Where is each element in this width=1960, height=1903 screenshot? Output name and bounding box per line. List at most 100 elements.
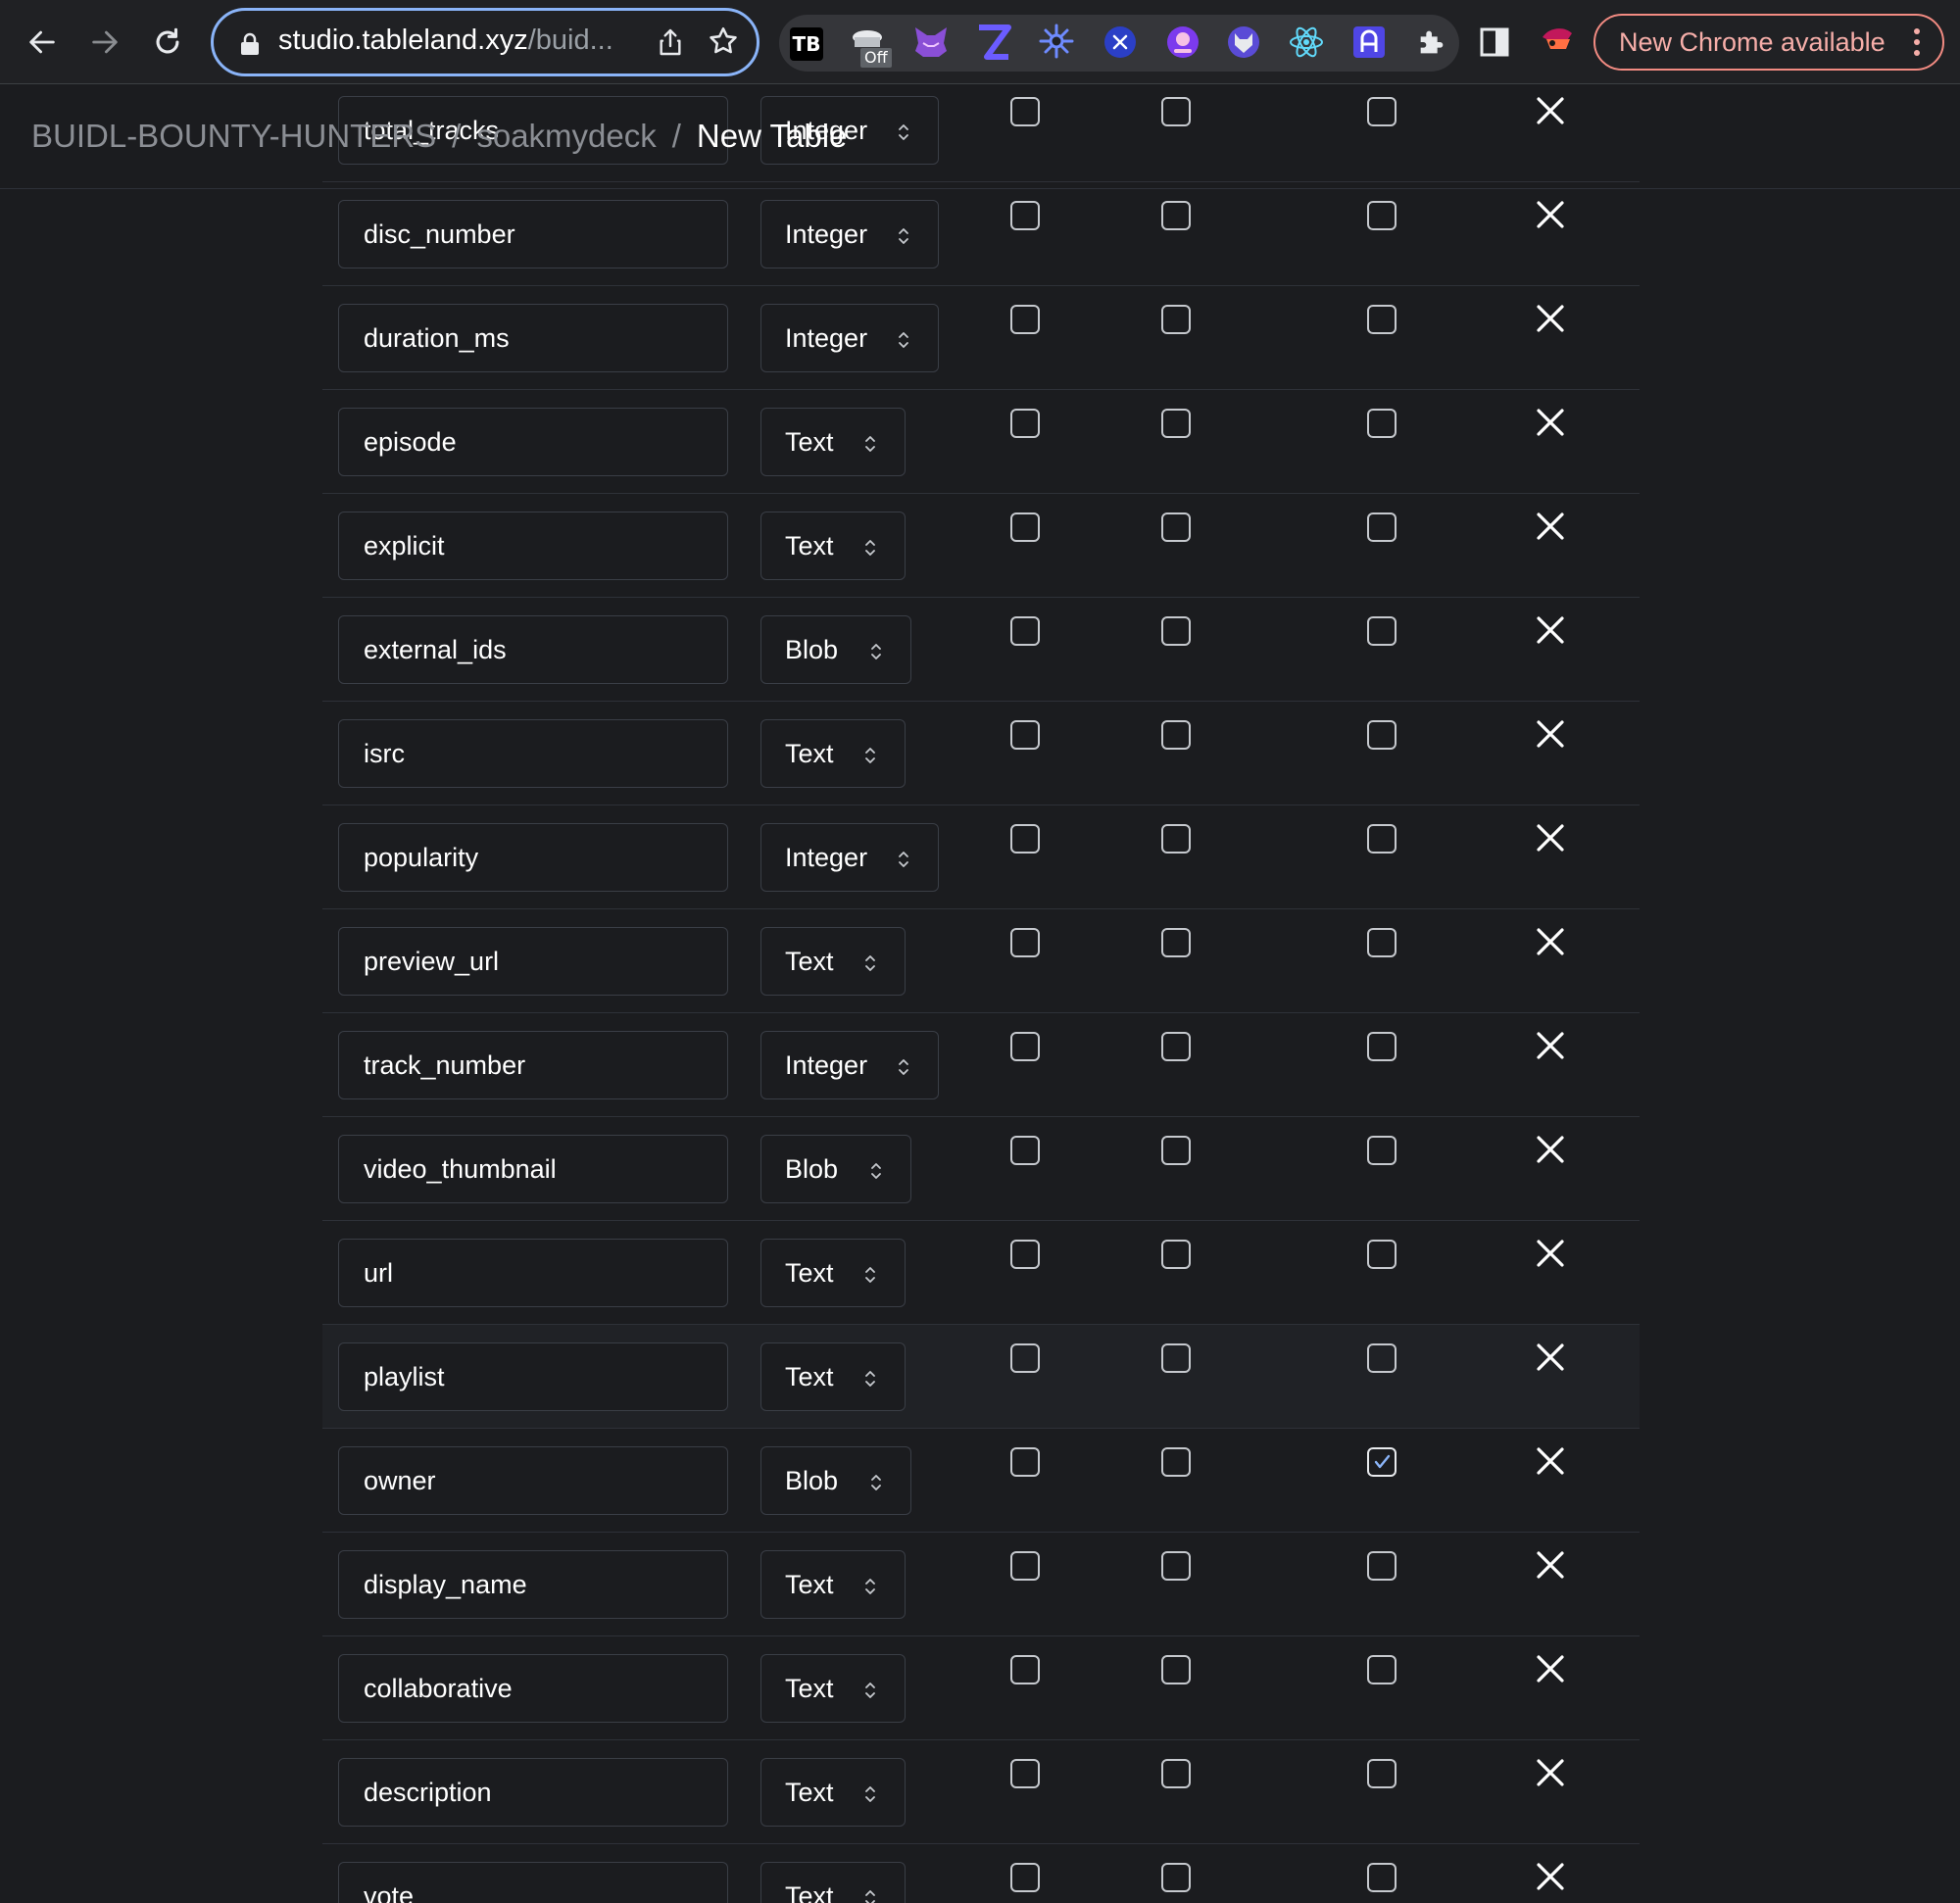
column-name-input[interactable]: vote — [338, 1862, 728, 1903]
column-constraint-checkbox-3[interactable] — [1367, 1447, 1396, 1477]
column-constraint-checkbox-1[interactable] — [1010, 1551, 1040, 1581]
column-type-select[interactable]: Integer — [760, 1031, 939, 1099]
fox-extension-icon[interactable] — [911, 24, 951, 61]
bookmark-star-icon[interactable] — [707, 24, 740, 58]
column-type-select[interactable]: Text — [760, 1239, 906, 1307]
close-icon[interactable] — [1534, 821, 1567, 854]
close-icon[interactable] — [1534, 1860, 1567, 1893]
address-bar[interactable]: studio.tableland.xyz/buid... — [211, 8, 760, 76]
column-constraint-checkbox-1[interactable] — [1010, 1240, 1040, 1269]
column-constraint-checkbox-3[interactable] — [1367, 1032, 1396, 1061]
reload-button[interactable] — [143, 18, 192, 67]
column-type-select[interactable]: Text — [760, 927, 906, 996]
close-icon[interactable] — [1534, 1341, 1567, 1374]
forward-button[interactable] — [80, 18, 129, 67]
column-type-select[interactable]: Text — [760, 512, 906, 580]
sparkle-extension-icon[interactable] — [1039, 24, 1074, 59]
column-name-input[interactable]: playlist — [338, 1342, 728, 1411]
column-type-select[interactable]: Integer — [760, 304, 939, 372]
share-icon[interactable] — [655, 26, 686, 58]
column-constraint-checkbox-1[interactable] — [1010, 1343, 1040, 1373]
column-constraint-checkbox-2[interactable] — [1161, 1551, 1191, 1581]
column-constraint-checkbox-3[interactable] — [1367, 1551, 1396, 1581]
column-constraint-checkbox-3[interactable] — [1367, 305, 1396, 334]
column-constraint-checkbox-3[interactable] — [1367, 1240, 1396, 1269]
close-icon[interactable] — [1534, 925, 1567, 958]
column-constraint-checkbox-1[interactable] — [1010, 305, 1040, 334]
column-name-input[interactable]: disc_number — [338, 200, 728, 268]
breadcrumb-org-link[interactable]: BUIDL-BOUNTY-HUNTERS — [31, 118, 436, 154]
column-name-input[interactable]: description — [338, 1758, 728, 1827]
column-constraint-checkbox-1[interactable] — [1010, 928, 1040, 957]
column-constraint-checkbox-1[interactable] — [1010, 201, 1040, 230]
column-constraint-checkbox-1[interactable] — [1010, 720, 1040, 750]
column-constraint-checkbox-2[interactable] — [1161, 616, 1191, 646]
column-constraint-checkbox-1[interactable] — [1010, 1447, 1040, 1477]
column-constraint-checkbox-3[interactable] — [1367, 616, 1396, 646]
column-constraint-checkbox-2[interactable] — [1161, 1759, 1191, 1788]
column-constraint-checkbox-1[interactable] — [1010, 512, 1040, 542]
column-constraint-checkbox-2[interactable] — [1161, 1655, 1191, 1684]
column-name-input[interactable]: video_thumbnail — [338, 1135, 728, 1203]
column-constraint-checkbox-3[interactable] — [1367, 928, 1396, 957]
column-constraint-checkbox-3[interactable] — [1367, 97, 1396, 126]
new-chrome-available-button[interactable]: New Chrome available — [1593, 14, 1944, 71]
column-constraint-checkbox-1[interactable] — [1010, 97, 1040, 126]
column-type-select[interactable]: Text — [760, 1654, 906, 1723]
column-constraint-checkbox-2[interactable] — [1161, 824, 1191, 854]
column-constraint-checkbox-1[interactable] — [1010, 616, 1040, 646]
column-constraint-checkbox-1[interactable] — [1010, 1863, 1040, 1892]
column-constraint-checkbox-2[interactable] — [1161, 1447, 1191, 1477]
column-name-input[interactable]: owner — [338, 1446, 728, 1515]
column-constraint-checkbox-2[interactable] — [1161, 1240, 1191, 1269]
column-name-input[interactable]: display_name — [338, 1550, 728, 1619]
column-constraint-checkbox-3[interactable] — [1367, 824, 1396, 854]
column-type-select[interactable]: Text — [760, 1342, 906, 1411]
column-constraint-checkbox-1[interactable] — [1010, 409, 1040, 438]
column-name-input[interactable]: collaborative — [338, 1654, 728, 1723]
column-type-select[interactable]: Text — [760, 408, 906, 476]
close-icon[interactable] — [1534, 406, 1567, 439]
column-constraint-checkbox-2[interactable] — [1161, 720, 1191, 750]
column-constraint-checkbox-2[interactable] — [1161, 305, 1191, 334]
column-name-input[interactable]: url — [338, 1239, 728, 1307]
column-constraint-checkbox-2[interactable] — [1161, 1136, 1191, 1165]
close-icon[interactable] — [1534, 1652, 1567, 1685]
column-constraint-checkbox-3[interactable] — [1367, 409, 1396, 438]
column-constraint-checkbox-2[interactable] — [1161, 1863, 1191, 1892]
column-type-select[interactable]: Text — [760, 719, 906, 788]
column-constraint-checkbox-3[interactable] — [1367, 201, 1396, 230]
column-constraint-checkbox-2[interactable] — [1161, 201, 1191, 230]
close-icon[interactable] — [1534, 1237, 1567, 1270]
column-name-input[interactable]: track_number — [338, 1031, 728, 1099]
breadcrumb-project-link[interactable]: soakmydeck — [476, 118, 656, 154]
zeta-extension-icon[interactable] — [975, 24, 1012, 61]
column-type-select[interactable]: Text — [760, 1862, 906, 1903]
react-devtools-icon[interactable] — [1288, 24, 1325, 61]
url-text[interactable]: studio.tableland.xyz/buid... — [278, 24, 613, 57]
column-type-select[interactable]: Integer — [760, 200, 939, 268]
column-constraint-checkbox-3[interactable] — [1367, 1655, 1396, 1684]
column-constraint-checkbox-3[interactable] — [1367, 1343, 1396, 1373]
close-icon[interactable] — [1534, 1444, 1567, 1478]
side-panel-icon[interactable] — [1480, 27, 1509, 57]
tableland-extension-icon[interactable]: TB — [790, 27, 823, 61]
column-constraint-checkbox-1[interactable] — [1010, 1759, 1040, 1788]
column-type-select[interactable]: Text — [760, 1758, 906, 1827]
column-name-input[interactable]: episode — [338, 408, 728, 476]
close-icon[interactable] — [1534, 717, 1567, 751]
column-type-select[interactable]: Blob — [760, 615, 911, 684]
close-icon[interactable] — [1534, 613, 1567, 647]
close-icon[interactable] — [1534, 1756, 1567, 1789]
column-constraint-checkbox-2[interactable] — [1161, 97, 1191, 126]
column-constraint-checkbox-2[interactable] — [1161, 928, 1191, 957]
close-icon[interactable] — [1534, 302, 1567, 335]
column-type-select[interactable]: Integer — [760, 823, 939, 892]
column-constraint-checkbox-1[interactable] — [1010, 1655, 1040, 1684]
column-type-select[interactable]: Text — [760, 1550, 906, 1619]
a-extension-icon[interactable] — [1350, 24, 1388, 61]
close-icon[interactable] — [1534, 1548, 1567, 1582]
x-extension-icon[interactable] — [1102, 24, 1139, 61]
close-icon[interactable] — [1534, 510, 1567, 543]
close-icon[interactable] — [1534, 94, 1567, 127]
